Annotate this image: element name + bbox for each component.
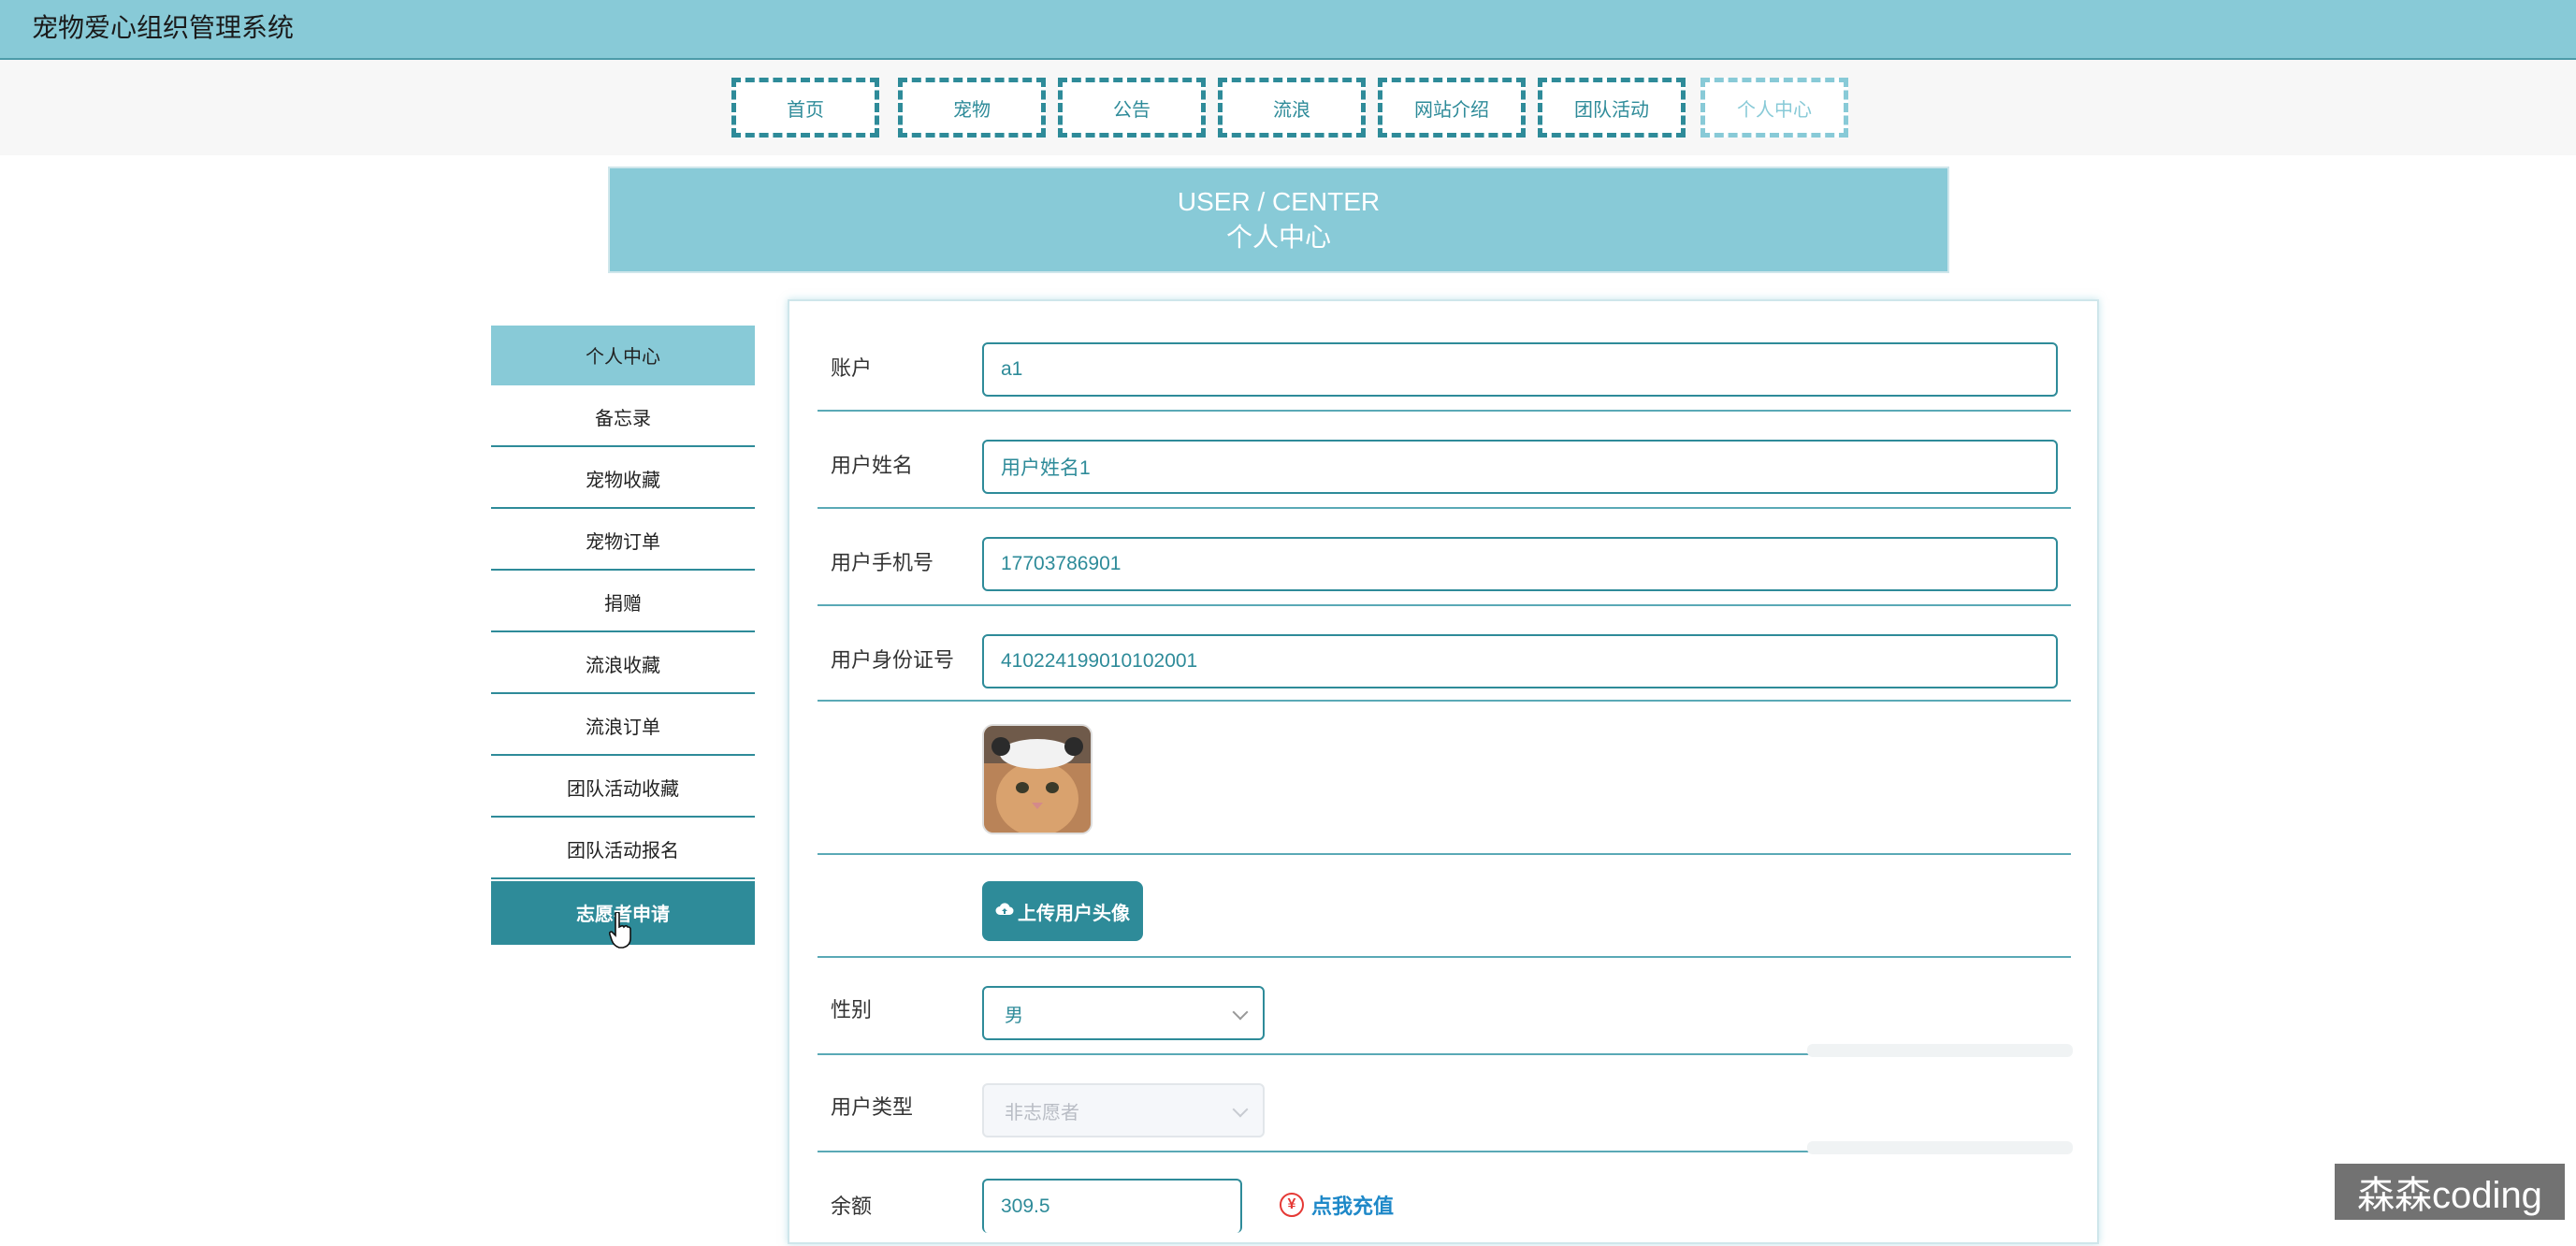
banner-title-en: USER / CENTER <box>1177 187 1381 216</box>
main-nav: 首页 宠物 公告 流浪 网站介绍 团队活动 个人中心 <box>0 60 2576 155</box>
sidebar-item-activity-favorites[interactable]: 团队活动收藏 <box>491 758 755 818</box>
chevron-down-icon <box>1232 1004 1249 1021</box>
id-card-field[interactable]: 410224199010102001 <box>982 634 2058 688</box>
form-row-user-type: 用户类型 非志愿者 <box>818 1055 2071 1152</box>
form-row-upload: 上传用户头像 <box>818 855 2071 958</box>
sidebar-item-pet-orders[interactable]: 宠物订单 <box>491 511 755 571</box>
upload-button-label: 上传用户头像 <box>1018 903 1130 924</box>
app-title: 宠物爱心组织管理系统 <box>32 13 295 42</box>
phone-label: 用户手机号 <box>831 551 934 574</box>
recharge-label: 点我充值 <box>1311 1195 1395 1218</box>
id-card-label: 用户身份证号 <box>831 648 955 672</box>
form-row-gender: 性别 男 <box>818 958 2071 1055</box>
top-header-bar: 宠物爱心组织管理系统 <box>0 0 2576 60</box>
user-type-label: 用户类型 <box>831 1095 914 1119</box>
nav-site-intro[interactable]: 网站介绍 <box>1378 78 1526 138</box>
sidebar-item-memo[interactable]: 备忘录 <box>491 387 755 447</box>
form-row-username: 用户姓名 用户姓名1 <box>818 412 2071 509</box>
account-field[interactable]: a1 <box>982 342 2058 397</box>
user-avatar[interactable] <box>982 724 1093 834</box>
banner-title-cn: 个人中心 <box>1225 223 1331 252</box>
cat-avatar-image <box>984 726 1091 833</box>
username-field[interactable]: 用户姓名1 <box>982 440 2058 494</box>
sidebar-item-stray-favorites[interactable]: 流浪收藏 <box>491 634 755 694</box>
account-label: 账户 <box>831 356 873 380</box>
gender-value: 男 <box>1005 1005 1023 1026</box>
recharge-link[interactable]: ¥ 点我充值 <box>1280 1190 1394 1220</box>
sidebar-item-pet-favorites[interactable]: 宠物收藏 <box>491 449 755 509</box>
nav-strays[interactable]: 流浪 <box>1218 78 1366 138</box>
profile-form-panel: 账户 a1 用户姓名 用户姓名1 用户手机号 17703786901 用户身份证… <box>788 299 2099 1244</box>
form-row-phone: 用户手机号 17703786901 <box>818 509 2071 606</box>
yen-icon: ¥ <box>1280 1193 1304 1217</box>
cloud-upload-icon <box>995 901 1014 922</box>
faded-overlay-line <box>1807 1044 2073 1057</box>
balance-label: 余额 <box>831 1195 873 1218</box>
upload-avatar-button[interactable]: 上传用户头像 <box>982 881 1143 941</box>
nav-announcements[interactable]: 公告 <box>1058 78 1206 138</box>
user-type-select: 非志愿者 <box>982 1083 1265 1137</box>
form-row-avatar <box>818 702 2071 855</box>
gender-select[interactable]: 男 <box>982 986 1265 1040</box>
phone-field[interactable]: 17703786901 <box>982 537 2058 591</box>
username-label: 用户姓名 <box>831 454 914 477</box>
mouse-pointer-icon <box>608 911 632 954</box>
sidebar-item-user-center[interactable]: 个人中心 <box>491 326 755 385</box>
nav-user-center[interactable]: 个人中心 <box>1700 78 1848 138</box>
page-banner: USER / CENTER 个人中心 <box>608 167 1949 273</box>
form-row-balance: 余额 309.5 ¥ 点我充值 <box>818 1152 2071 1246</box>
sidebar-item-stray-orders[interactable]: 流浪订单 <box>491 696 755 756</box>
nav-pets[interactable]: 宠物 <box>898 78 1046 138</box>
chevron-down-icon <box>1232 1101 1249 1118</box>
sidebar-menu: 个人中心 备忘录 宠物收藏 宠物订单 捐赠 流浪收藏 流浪订单 团队活动收藏 团… <box>491 326 755 947</box>
nav-home[interactable]: 首页 <box>731 78 879 138</box>
sidebar-item-activity-signups[interactable]: 团队活动报名 <box>491 819 755 879</box>
gender-label: 性别 <box>831 998 873 1021</box>
nav-team-activities[interactable]: 团队活动 <box>1538 78 1686 138</box>
sidebar-item-donations[interactable]: 捐赠 <box>491 572 755 632</box>
user-type-value: 非志愿者 <box>1005 1102 1079 1123</box>
form-row-account: 账户 a1 <box>818 301 2071 412</box>
watermark: 森森coding <box>2335 1164 2565 1220</box>
faded-overlay-line <box>1807 1141 2073 1154</box>
form-row-id-card: 用户身份证号 410224199010102001 <box>818 606 2071 702</box>
balance-field: 309.5 <box>982 1179 1242 1233</box>
